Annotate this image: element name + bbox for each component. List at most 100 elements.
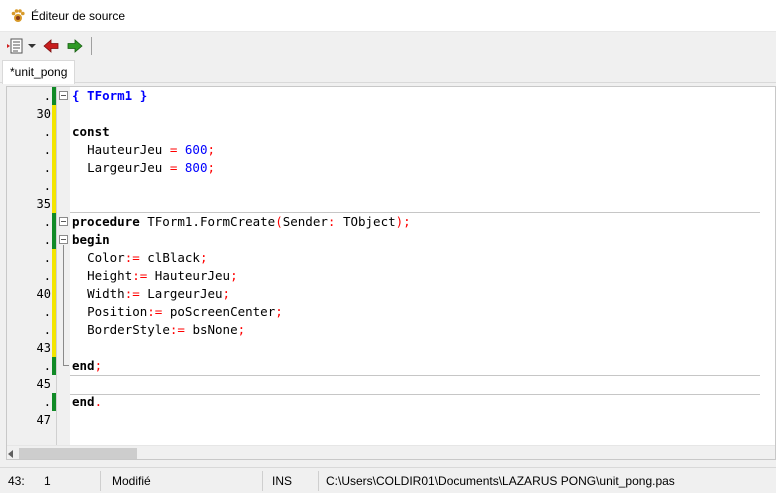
symbol: ;	[230, 268, 238, 283]
symbol: ;	[222, 286, 231, 301]
code-editor[interactable]: . 30 . . . . 35 . . . . 40 . . 43 . 45 .…	[6, 86, 776, 460]
comment: { TForm1 }	[72, 88, 148, 103]
line-number: .	[43, 305, 51, 319]
code-line: HauteurJeu = 600;	[72, 141, 215, 159]
title-bar[interactable]: Éditeur de source	[0, 0, 776, 32]
symbol: );	[395, 214, 411, 229]
dropdown-arrow-icon	[28, 44, 36, 48]
line-number: .	[43, 269, 51, 283]
keyword: begin	[72, 232, 110, 247]
scroll-left-icon[interactable]	[8, 450, 13, 458]
toolbar	[0, 33, 776, 59]
line-number: 40	[36, 287, 51, 301]
identifier: BorderStyle	[87, 322, 170, 337]
identifier: poScreenCenter	[169, 304, 276, 319]
line-number: 45	[36, 377, 51, 391]
keyword: end	[72, 358, 95, 373]
code-line: end.	[72, 393, 102, 411]
symbol: :=	[124, 250, 148, 265]
section-separator	[70, 394, 760, 395]
line-number: .	[43, 89, 51, 103]
jump-forward-button[interactable]	[66, 37, 84, 55]
line-number: .	[43, 395, 51, 409]
number: 600	[184, 142, 208, 157]
line-number: .	[43, 323, 51, 337]
keyword: const	[72, 124, 110, 139]
code-line: Position:= poScreenCenter;	[72, 303, 283, 321]
line-gutter[interactable]: . 30 . . . . 35 . . . . 40 . . 43 . 45 .…	[7, 87, 70, 447]
identifier: Height	[87, 268, 133, 283]
code-line: LargeurJeu = 800;	[72, 159, 215, 177]
source-editor-window: Éditeur de source *unit_pong . 30 . . . …	[0, 0, 776, 493]
symbol: ;	[237, 322, 246, 337]
line-number: .	[43, 161, 51, 175]
line-number: .	[43, 359, 51, 373]
code-line: BorderStyle:= bsNone;	[72, 321, 245, 339]
status-separator	[100, 471, 101, 491]
identifier: HauteurJeu	[154, 268, 231, 283]
symbol: :=	[132, 268, 155, 283]
insert-mode-status: INS	[272, 474, 293, 488]
symbol: :	[327, 214, 343, 229]
line-number: 47	[36, 413, 51, 427]
tab-unit-pong[interactable]: *unit_pong	[2, 60, 76, 84]
cursor-column: 1	[44, 474, 51, 488]
line-number: .	[43, 143, 51, 157]
symbol: ;	[94, 358, 103, 373]
source-jump-menu-button[interactable]	[6, 37, 26, 55]
lazarus-paw-icon	[11, 9, 25, 22]
status-separator	[318, 471, 319, 491]
symbol: =	[162, 160, 185, 175]
modified-status: Modifié	[112, 474, 151, 488]
identifier: LargeurJeu	[87, 160, 163, 175]
line-number: .	[43, 251, 51, 265]
scrollbar-thumb[interactable]	[19, 448, 137, 459]
identifier: Color	[87, 250, 125, 265]
line-number: .	[43, 179, 51, 193]
code-line: begin	[72, 231, 110, 249]
jump-back-button[interactable]	[42, 37, 60, 55]
symbol: :=	[147, 304, 170, 319]
code-line: { TForm1 }	[72, 87, 147, 105]
symbol: ;	[275, 304, 283, 319]
number: 800	[184, 160, 208, 175]
gutter-border	[56, 87, 57, 447]
keyword: procedure	[72, 214, 140, 229]
back-arrow-icon	[43, 39, 59, 53]
symbol: (	[275, 214, 283, 229]
section-separator	[70, 375, 760, 376]
code-line: end;	[72, 357, 102, 375]
line-number: 30	[36, 107, 51, 121]
identifier: Width	[87, 286, 125, 301]
code-line: procedure TForm1.FormCreate(Sender: TObj…	[72, 213, 411, 231]
status-separator	[262, 471, 263, 491]
window-title: Éditeur de source	[31, 9, 126, 23]
line-number: .	[43, 125, 51, 139]
line-number: .	[43, 233, 51, 247]
identifier: LargeurJeu	[147, 286, 223, 301]
code-area[interactable]: { TForm1 } const HauteurJeu = 600; Large…	[70, 87, 760, 447]
line-number: 35	[36, 197, 51, 211]
code-line: Color:= clBlack;	[72, 249, 208, 267]
symbol: :=	[169, 322, 193, 337]
symbol: ;	[207, 142, 216, 157]
symbol: ;	[199, 250, 208, 265]
symbol: .	[94, 394, 103, 409]
forward-arrow-icon	[67, 39, 83, 53]
identifier: TForm1.FormCreate	[139, 214, 276, 229]
fold-collapse-icon[interactable]	[59, 235, 68, 244]
line-number: 43	[36, 341, 51, 355]
identifier: clBlack	[147, 250, 200, 265]
horizontal-scrollbar[interactable]	[7, 445, 775, 459]
line-number: .	[43, 215, 51, 229]
source-jump-dropdown-button[interactable]	[27, 37, 37, 55]
identifier: HauteurJeu	[87, 142, 163, 157]
code-line: Width:= LargeurJeu;	[72, 285, 230, 303]
symbol: :=	[124, 286, 148, 301]
fold-collapse-icon[interactable]	[59, 91, 68, 100]
status-bar: 43: 1 Modifié INS C:\Users\COLDIR01\Docu…	[0, 467, 776, 493]
fold-collapse-icon[interactable]	[59, 217, 68, 226]
fold-end-marker	[63, 365, 69, 366]
source-jump-menu-icon	[7, 38, 23, 54]
keyword: end	[72, 394, 95, 409]
